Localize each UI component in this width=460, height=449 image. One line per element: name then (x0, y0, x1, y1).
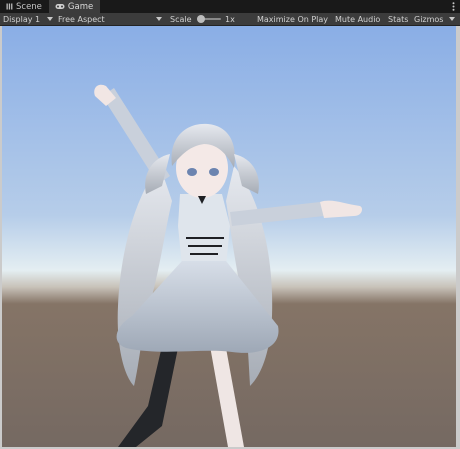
game-view-window: Scene Game Display 1 Free Aspect Scale 1… (0, 0, 460, 449)
tab-game[interactable]: Game (48, 0, 101, 13)
tab-scene-label: Scene (16, 1, 42, 12)
stats-toggle[interactable]: Stats (388, 13, 408, 25)
game-toolbar: Display 1 Free Aspect Scale 1x Maximize … (0, 13, 460, 26)
tab-game-label: Game (67, 1, 94, 12)
mute-audio-toggle[interactable]: Mute Audio (335, 13, 380, 25)
display-dropdown[interactable]: Display 1 (3, 13, 54, 25)
chevron-down-icon (47, 17, 54, 21)
gizmos-toggle[interactable]: Gizmos (414, 13, 443, 25)
aspect-label: Free Aspect (58, 14, 105, 24)
chevron-down-icon[interactable] (449, 17, 455, 21)
tab-scene[interactable]: Scene (0, 0, 49, 13)
display-label: Display 1 (3, 14, 41, 24)
maximize-on-play-toggle[interactable]: Maximize On Play (257, 13, 328, 25)
window-frame-right (456, 26, 460, 449)
scale-slider-handle[interactable] (197, 15, 205, 23)
game-viewport[interactable] (2, 26, 456, 447)
game-render (2, 26, 456, 447)
scale-label: Scale (170, 14, 192, 24)
chevron-down-icon[interactable] (156, 17, 162, 21)
scene-hash-icon (6, 3, 13, 10)
tab-bar: Scene Game (0, 0, 460, 13)
scale-value: 1x (225, 14, 235, 24)
aspect-dropdown[interactable]: Free Aspect (58, 13, 105, 25)
gamepad-icon (55, 3, 65, 10)
more-options-icon[interactable] (446, 0, 460, 13)
